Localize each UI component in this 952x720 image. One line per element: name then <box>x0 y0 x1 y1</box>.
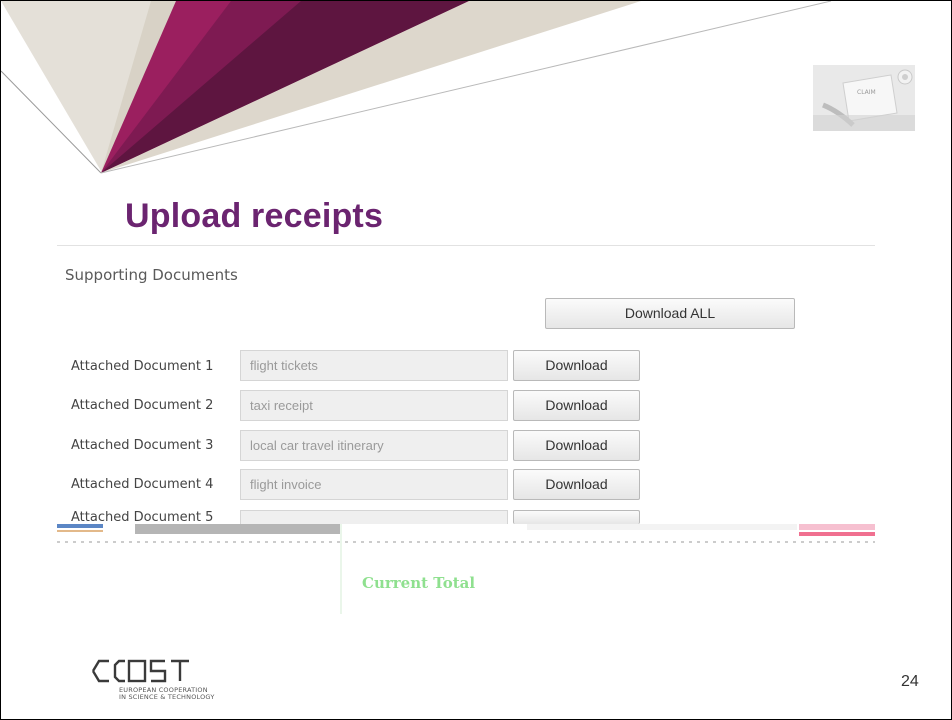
section-heading: Supporting Documents <box>65 266 238 284</box>
document-label-4: Attached Document 4 <box>71 477 214 492</box>
download-button-1[interactable]: Download <box>513 350 640 381</box>
download-button-3[interactable]: Download <box>513 430 640 461</box>
download-button-2[interactable]: Download <box>513 390 640 421</box>
download-all-button[interactable]: Download ALL <box>545 298 795 329</box>
current-total-label: Current Total <box>362 574 476 592</box>
download-button-4[interactable]: Download <box>513 469 640 500</box>
supporting-documents-panel: Supporting Documents Download ALL Attach… <box>57 245 875 614</box>
logo-line-2: IN SCIENCE & TECHNOLOGY <box>119 693 215 701</box>
document-label-3: Attached Document 3 <box>71 438 214 453</box>
slide: CLAIM Upload receipts Supporting Documen… <box>0 0 952 720</box>
document-field-4[interactable]: flight invoice <box>240 469 508 500</box>
document-field-3[interactable]: local car travel itinerary <box>240 430 508 461</box>
divider <box>340 524 342 614</box>
header-decoration <box>1 1 832 174</box>
document-label-1: Attached Document 1 <box>71 359 214 374</box>
claim-photo: CLAIM <box>813 65 915 131</box>
logo-subtitle: EUROPEAN COOPERATION IN SCIENCE & TECHNO… <box>119 687 215 701</box>
claim-photo-text: CLAIM <box>857 89 876 96</box>
page-title: Upload receipts <box>125 197 384 235</box>
page-number: 24 <box>901 673 919 690</box>
document-field-1[interactable]: flight tickets <box>240 350 508 381</box>
document-label-2: Attached Document 2 <box>71 398 214 413</box>
cost-logo <box>91 659 189 683</box>
rendering-artifacts <box>57 524 875 543</box>
document-field-2[interactable]: taxi receipt <box>240 390 508 421</box>
